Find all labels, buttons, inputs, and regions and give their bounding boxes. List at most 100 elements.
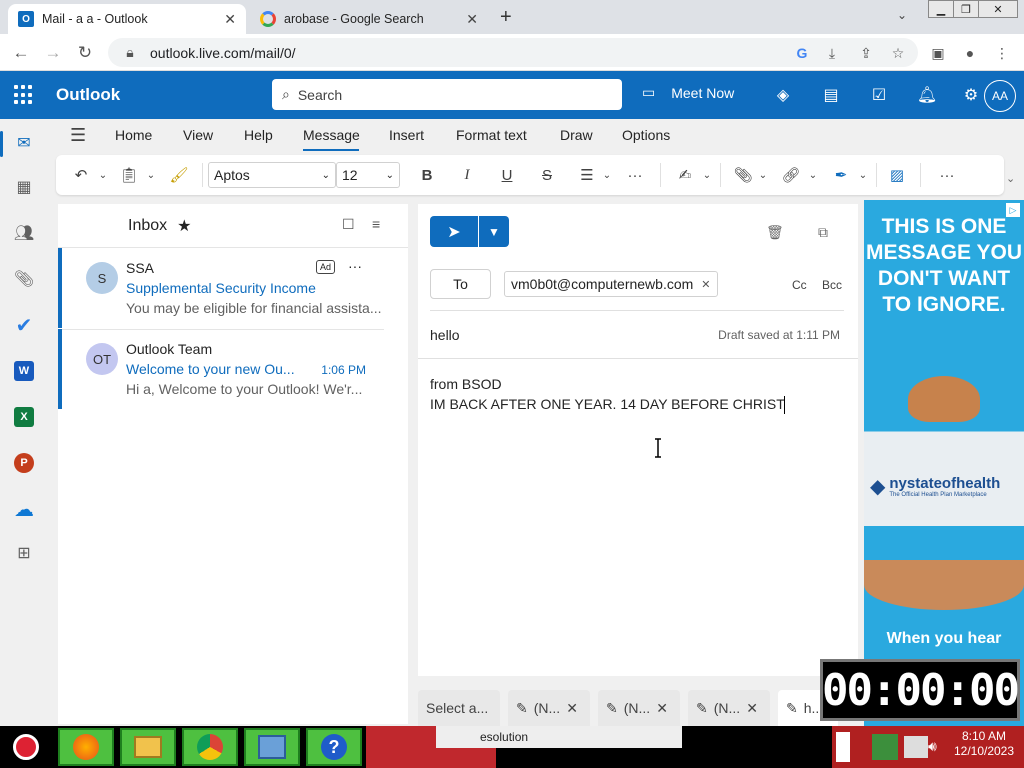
bookmark-star-icon[interactable]: ☆ (888, 43, 908, 63)
paste-chevron-icon[interactable]: ⌄ (140, 165, 162, 185)
tab-home[interactable]: Home (115, 127, 152, 143)
subject-input[interactable]: hello (430, 327, 460, 343)
body-line[interactable]: from BSOD (430, 376, 502, 392)
calendar-icon[interactable]: ▦ (8, 171, 40, 203)
meet-now-button[interactable]: ▭ Meet Now (642, 84, 734, 101)
more-format-button[interactable]: ··· (624, 165, 646, 185)
network-icon[interactable] (872, 734, 898, 760)
people-icon[interactable]: 👥︎ (8, 217, 40, 249)
link-icon[interactable]: 🔗︎ (780, 165, 802, 185)
taskbar-chrome[interactable] (182, 728, 238, 766)
taskbar-task[interactable]: esolution (436, 726, 682, 748)
pop-out-icon[interactable]: ⧉ (818, 224, 828, 241)
attach-file-icon[interactable]: 📎︎ (732, 165, 754, 185)
undo-chevron-icon[interactable]: ⌄ (92, 165, 114, 185)
signature-pen-icon[interactable]: ✒ (830, 165, 852, 185)
close-icon[interactable]: ✕ (566, 700, 578, 717)
attach-chevron-icon[interactable]: ⌄ (752, 165, 774, 185)
favorite-star-icon[interactable]: ★ (177, 216, 191, 236)
forward-icon[interactable]: → (42, 42, 64, 64)
font-size-select[interactable]: 12 ⌄ (336, 162, 400, 188)
tab-view[interactable]: View (183, 127, 213, 143)
close-icon[interactable]: ✕ (746, 700, 758, 717)
paste-icon[interactable]: 📋︎ (118, 165, 140, 185)
taskbar-help[interactable]: ? (306, 728, 362, 766)
tray-app-icon[interactable] (904, 736, 928, 758)
search-input[interactable]: ⌕ Search (272, 79, 622, 110)
tab-search-chevron-icon[interactable]: ⌄ (897, 8, 907, 22)
line-spacing-icon[interactable]: ☰ (576, 165, 598, 185)
tab-help[interactable]: Help (244, 127, 273, 143)
more-options-button[interactable]: ··· (936, 165, 958, 185)
outlook-brand[interactable]: Outlook (56, 85, 120, 105)
draft-tab[interactable]: Select a... (418, 690, 500, 726)
to-button[interactable]: To (430, 269, 491, 299)
more-actions-icon[interactable]: ··· (348, 258, 362, 274)
signature-chevron-icon[interactable]: ⌄ (852, 165, 874, 185)
strikethrough-button[interactable]: S (536, 165, 558, 185)
avatar[interactable]: AA (984, 80, 1016, 112)
close-icon[interactable]: ✕ (656, 700, 668, 717)
back-icon[interactable]: ← (10, 42, 32, 64)
format-painter-icon[interactable]: 🖌︎ (168, 165, 190, 185)
ribbon-expand-chevron-icon[interactable]: ⌄ (1006, 172, 1015, 185)
bcc-button[interactable]: Bcc (822, 278, 842, 292)
volume-icon[interactable]: 🔊︎ (928, 738, 937, 755)
side-panel-icon[interactable]: ▣ (928, 43, 948, 63)
list-item[interactable]: OT Outlook Team Welcome to your new Ou..… (58, 329, 408, 409)
minimize-icon[interactable]: ▁ (928, 0, 954, 18)
close-tab-icon[interactable]: ✕ (466, 11, 478, 28)
tab-outlook[interactable]: O Mail - a a - Outlook ✕ (8, 4, 246, 34)
attachment-icon[interactable]: 📎︎ (8, 263, 40, 295)
todo-check-icon[interactable]: ✔ (8, 309, 40, 341)
share-icon[interactable]: ⇪ (856, 43, 876, 63)
taskbar-control-panel[interactable] (244, 728, 300, 766)
tab-google[interactable]: arobase - Google Search ✕ (250, 4, 488, 34)
my-day-icon[interactable]: ☑ (868, 84, 890, 106)
send-button[interactable]: ➤ (430, 216, 478, 247)
apps-icon[interactable]: ▨ (886, 165, 908, 185)
office-icon[interactable]: ▤ (820, 84, 842, 106)
discard-trash-icon[interactable]: 🗑︎ (766, 224, 784, 241)
notification-bell-icon[interactable]: 🔔︎ (916, 84, 938, 106)
more-apps-icon[interactable]: ⊞ (8, 537, 40, 569)
draft-tab[interactable]: ✎ (N... ✕ (688, 690, 770, 726)
tab-options[interactable]: Options (622, 127, 670, 143)
tab-message[interactable]: Message (303, 127, 360, 143)
spacing-chevron-icon[interactable]: ⌄ (596, 165, 618, 185)
recipient-pill[interactable]: vm0b0t@computernewb.com ✕ (504, 271, 718, 297)
remove-recipient-icon[interactable]: ✕ (701, 278, 710, 291)
draft-tab[interactable]: ✎ (N... ✕ (508, 690, 590, 726)
taskbar-firefox[interactable] (58, 728, 114, 766)
bold-button[interactable]: B (416, 165, 438, 185)
restore-icon[interactable]: ❐ (953, 0, 979, 18)
taskbar-explorer[interactable] (120, 728, 176, 766)
start-button[interactable] (4, 728, 48, 766)
hamburger-menu-icon[interactable]: ☰ (70, 125, 86, 146)
cc-button[interactable]: Cc (792, 278, 807, 292)
mail-icon[interactable]: ✉ (8, 127, 40, 159)
chrome-menu-icon[interactable]: ⋮ (992, 43, 1012, 63)
editor-chevron-icon[interactable]: ⌄ (696, 165, 718, 185)
select-checkbox-icon[interactable]: ☐ (342, 216, 355, 233)
link-chevron-icon[interactable]: ⌄ (802, 165, 824, 185)
install-icon[interactable]: ⤓ (822, 43, 842, 63)
teams-icon[interactable]: ◈ (772, 84, 794, 106)
italic-button[interactable]: I (456, 165, 478, 185)
body-line[interactable]: IM BACK AFTER ONE YEAR. 14 DAY BEFORE CH… (430, 396, 785, 412)
google-icon[interactable]: G (792, 43, 812, 63)
ad-banner[interactable]: ▷ THIS IS ONE MESSAGE YOU DON'T WANT TO … (864, 200, 1024, 726)
draft-tab[interactable]: ✎ (N... ✕ (598, 690, 680, 726)
font-name-select[interactable]: Aptos ⌄ (208, 162, 336, 188)
taskbar-clock[interactable]: 8:10 AM 12/10/2023 (946, 729, 1022, 759)
word-app[interactable]: W (8, 355, 40, 387)
editor-icon[interactable]: ✍ (674, 165, 696, 185)
close-window-icon[interactable]: ✕ (978, 0, 1018, 18)
reload-icon[interactable]: ↻ (74, 42, 96, 64)
send-options-button[interactable]: ▼ (479, 216, 509, 247)
tab-format-text[interactable]: Format text (456, 127, 527, 143)
close-tab-icon[interactable]: ✕ (224, 11, 236, 28)
onedrive-icon[interactable]: ☁ (8, 493, 40, 525)
excel-app[interactable]: X (8, 401, 40, 433)
app-launcher-icon[interactable] (14, 85, 34, 105)
